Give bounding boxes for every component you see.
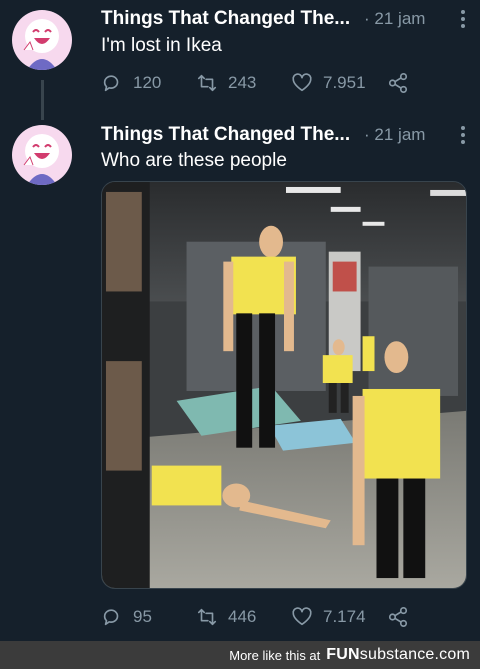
watermark-bar: More like this at FUNsubstance.com	[0, 641, 480, 669]
tweet-1[interactable]: Things That Changed The... · 21 jam I'm …	[0, 0, 480, 120]
tweet-image[interactable]	[101, 181, 467, 589]
author-name[interactable]: Things That Changed The...	[101, 124, 350, 146]
separator: ·	[364, 125, 370, 144]
logo-sub: substance	[359, 646, 435, 663]
share-button[interactable]	[387, 602, 409, 632]
reply-icon	[103, 75, 119, 92]
like-count: 7.174	[323, 607, 366, 626]
avatar[interactable]	[12, 125, 72, 185]
share-icon	[388, 607, 408, 627]
like-button[interactable]: 7.174	[291, 602, 366, 632]
logo-tld: .com	[434, 646, 470, 663]
tweet-actions: 95 446 7.174	[101, 602, 431, 632]
like-count: 7.951	[323, 73, 366, 92]
avatar[interactable]	[12, 10, 72, 70]
tweet-2[interactable]: Things That Changed The... · 21 jam Who …	[0, 110, 480, 641]
reply-icon	[103, 609, 119, 626]
reply-count: 120	[133, 73, 162, 92]
separator: ·	[364, 9, 370, 28]
tweet-text: Who are these people	[101, 150, 287, 171]
funsubstance-logo[interactable]: FUNsubstance.com	[326, 646, 470, 664]
share-button[interactable]	[387, 68, 409, 98]
retweet-count: 243	[228, 73, 257, 92]
timestamp[interactable]: 21 jam	[374, 9, 425, 28]
tweet-time[interactable]: · 21 jam	[364, 125, 425, 145]
heart-icon	[292, 607, 312, 626]
tweet-actions: 120 243 7.951	[101, 68, 431, 98]
timestamp[interactable]: 21 jam	[374, 125, 425, 144]
like-button[interactable]: 7.951	[291, 68, 366, 98]
retweet-icon	[197, 74, 217, 92]
retweet-button[interactable]: 243	[196, 68, 256, 98]
reply-button[interactable]: 95	[101, 602, 152, 632]
reply-count: 95	[133, 607, 152, 626]
retweet-button[interactable]: 446	[196, 602, 256, 632]
retweet-icon	[197, 608, 217, 626]
retweet-count: 446	[228, 607, 257, 626]
author-name[interactable]: Things That Changed The...	[101, 8, 350, 30]
heart-icon	[292, 73, 312, 92]
tweet-text: I'm lost in Ikea	[101, 35, 222, 56]
footer-text: More like this at	[229, 647, 321, 663]
share-icon	[388, 73, 408, 93]
reply-button[interactable]: 120	[101, 68, 161, 98]
logo-main: FUN	[326, 646, 360, 663]
more-options-icon[interactable]	[460, 126, 466, 146]
tweet-time[interactable]: · 21 jam	[364, 9, 425, 29]
more-options-icon[interactable]	[460, 10, 466, 30]
